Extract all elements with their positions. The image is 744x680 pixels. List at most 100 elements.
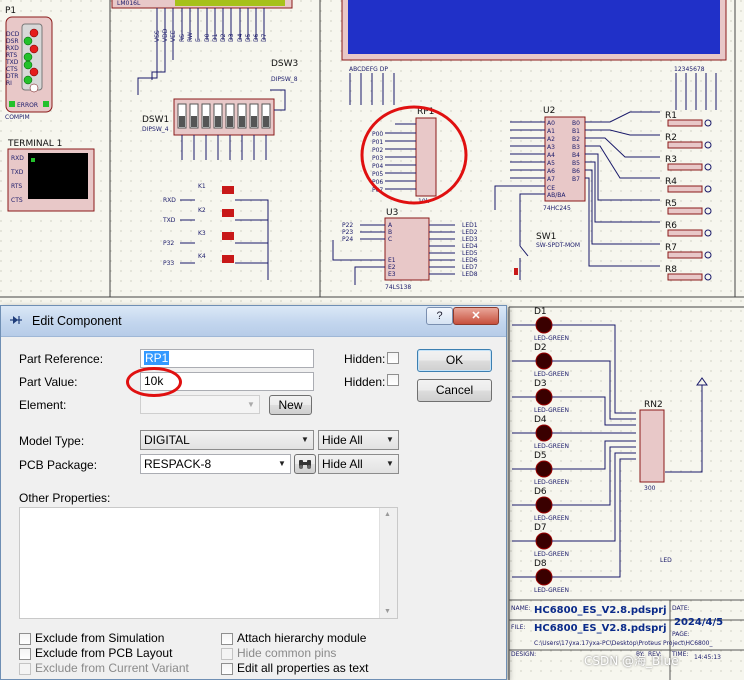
svg-text:U3: U3 (386, 208, 398, 218)
svg-text:14:45:13: 14:45:13 (694, 654, 721, 661)
attach-hierarchy-label: Attach hierarchy module (237, 631, 367, 645)
svg-text:TXD: TXD (162, 217, 176, 224)
svg-text:LED-GREEN: LED-GREEN (534, 551, 569, 558)
svg-text:B: B (388, 229, 392, 236)
part-reference-value: RP1 (144, 351, 170, 365)
svg-text:LED-GREEN: LED-GREEN (534, 587, 569, 594)
part-value-highlight-oval (126, 367, 182, 397)
svg-text:K1: K1 (198, 183, 206, 190)
svg-text:LED1: LED1 (462, 222, 478, 229)
svg-text:D5: D5 (245, 33, 252, 42)
edit-as-text-label: Edit all properties as text (237, 661, 369, 675)
part-reference-input[interactable]: RP1 (140, 349, 314, 368)
svg-text:VDD: VDD (162, 28, 169, 42)
svg-text:LED4: LED4 (462, 243, 478, 250)
exclude-variant-checkbox[interactable] (19, 663, 31, 675)
pcb-hide-value: Hide All (322, 457, 363, 471)
svg-text:P01: P01 (372, 139, 383, 146)
virtual-terminal: TERMINAL 1 RXD TXD RTS CTS (7, 139, 95, 212)
model-type-select[interactable]: DIGITAL ▼ (140, 430, 314, 450)
chevron-down-icon: ▼ (386, 459, 394, 468)
new-button[interactable]: New (269, 395, 312, 415)
pcb-package-select[interactable]: RESPACK-8 ▼ (140, 454, 291, 474)
svg-text:DESIGN:: DESIGN: (511, 651, 536, 658)
close-button[interactable]: ✕ (453, 307, 499, 325)
svg-text:12345678: 12345678 (674, 66, 705, 73)
svg-text:D2: D2 (534, 343, 547, 353)
exclude-pcb-label: Exclude from PCB Layout (35, 646, 173, 660)
exclude-pcb-checkbox[interactable] (19, 648, 31, 660)
ok-button[interactable]: OK (417, 349, 492, 372)
dialog-title: Edit Component (32, 314, 122, 328)
svg-text:HC6800_ES_V2.8.pdsprj: HC6800_ES_V2.8.pdsprj (534, 605, 667, 616)
svg-text:2024/4/5: 2024/4/5 (674, 617, 723, 628)
other-properties-textarea[interactable]: ▲ ▼ (19, 507, 398, 619)
scroll-down-icon[interactable]: ▼ (384, 608, 391, 615)
model-type-visibility-select[interactable]: Hide All ▼ (318, 430, 399, 450)
svg-text:LED-GREEN: LED-GREEN (534, 371, 569, 378)
svg-text:P00: P00 (372, 131, 383, 138)
hidden-label-value: Hidden: (344, 375, 386, 389)
package-browse-button[interactable] (294, 454, 316, 474)
svg-text:TERMINAL 1: TERMINAL 1 (7, 139, 62, 149)
svg-text:A5: A5 (547, 160, 555, 167)
svg-text:P24: P24 (342, 236, 353, 243)
svg-text:RN2: RN2 (644, 400, 663, 410)
svg-text:P32: P32 (163, 240, 174, 247)
svg-text:RXD: RXD (11, 155, 24, 162)
svg-text:LED8: LED8 (462, 271, 478, 278)
hidden-value-checkbox[interactable] (387, 374, 399, 386)
edit-as-text-checkbox[interactable] (221, 663, 233, 675)
help-button[interactable]: ? (426, 307, 453, 325)
svg-text:RI: RI (6, 80, 12, 87)
cancel-button[interactable]: Cancel (417, 379, 492, 402)
element-select[interactable]: ▼ (140, 395, 260, 414)
hide-common-pins-checkbox[interactable] (221, 648, 233, 660)
svg-text:D7: D7 (534, 523, 547, 533)
edit-component-dialog[interactable]: Edit Component ? ✕ Part Reference: RP1 H… (0, 305, 507, 680)
svg-text:D2: D2 (220, 33, 227, 42)
svg-text:K3: K3 (198, 230, 206, 237)
svg-text:HC6800_ES_V2.8.pdsprj: HC6800_ES_V2.8.pdsprj (534, 623, 667, 634)
binoculars-icon (299, 460, 311, 470)
svg-text:B1: B1 (572, 128, 580, 135)
svg-text:D3: D3 (534, 379, 547, 389)
svg-text:P02: P02 (372, 147, 383, 154)
exclude-simulation-checkbox[interactable] (19, 633, 31, 645)
chevron-down-icon: ▼ (247, 400, 255, 409)
svg-text:74HC245: 74HC245 (543, 205, 571, 212)
other-properties-scrollbar[interactable]: ▲ ▼ (379, 508, 397, 618)
svg-text:CE: CE (547, 185, 555, 192)
dialog-titlebar[interactable]: Edit Component ? ✕ (1, 306, 506, 337)
hidden-reference-checkbox[interactable] (387, 352, 399, 364)
pcb-package-visibility-select[interactable]: Hide All ▼ (318, 454, 399, 474)
part-reference-label: Part Reference: (19, 352, 104, 366)
svg-text:A1: A1 (547, 128, 555, 135)
svg-text:E3: E3 (388, 271, 396, 278)
svg-text:D4: D4 (237, 33, 244, 42)
svg-text:RTS: RTS (11, 183, 22, 190)
svg-text:P03: P03 (372, 155, 383, 162)
svg-text:LED7: LED7 (462, 264, 478, 271)
element-label: Element: (19, 398, 67, 412)
svg-text:B7: B7 (572, 176, 580, 183)
svg-text:74LS138: 74LS138 (385, 284, 411, 291)
svg-text:FILE:: FILE: (511, 624, 525, 631)
svg-text:P23: P23 (342, 229, 353, 236)
svg-text:LM016L: LM016L (117, 0, 141, 7)
svg-text:K2: K2 (198, 207, 206, 214)
component-icon (10, 316, 22, 324)
attach-hierarchy-checkbox[interactable] (221, 633, 233, 645)
svg-text:RS: RS (179, 34, 186, 42)
svg-text:LED-GREEN: LED-GREEN (534, 479, 569, 486)
svg-text:RW: RW (187, 32, 194, 42)
svg-text:LED6: LED6 (462, 257, 478, 264)
svg-text:RTS: RTS (6, 52, 17, 59)
svg-text:LED-GREEN: LED-GREEN (534, 443, 569, 450)
chevron-down-icon: ▼ (386, 435, 394, 444)
svg-text:P05: P05 (372, 171, 383, 178)
pcb-package-value: RESPACK-8 (144, 457, 212, 471)
scroll-up-icon[interactable]: ▲ (384, 511, 391, 518)
svg-text:D6: D6 (534, 487, 547, 497)
svg-text:A3: A3 (547, 144, 555, 151)
